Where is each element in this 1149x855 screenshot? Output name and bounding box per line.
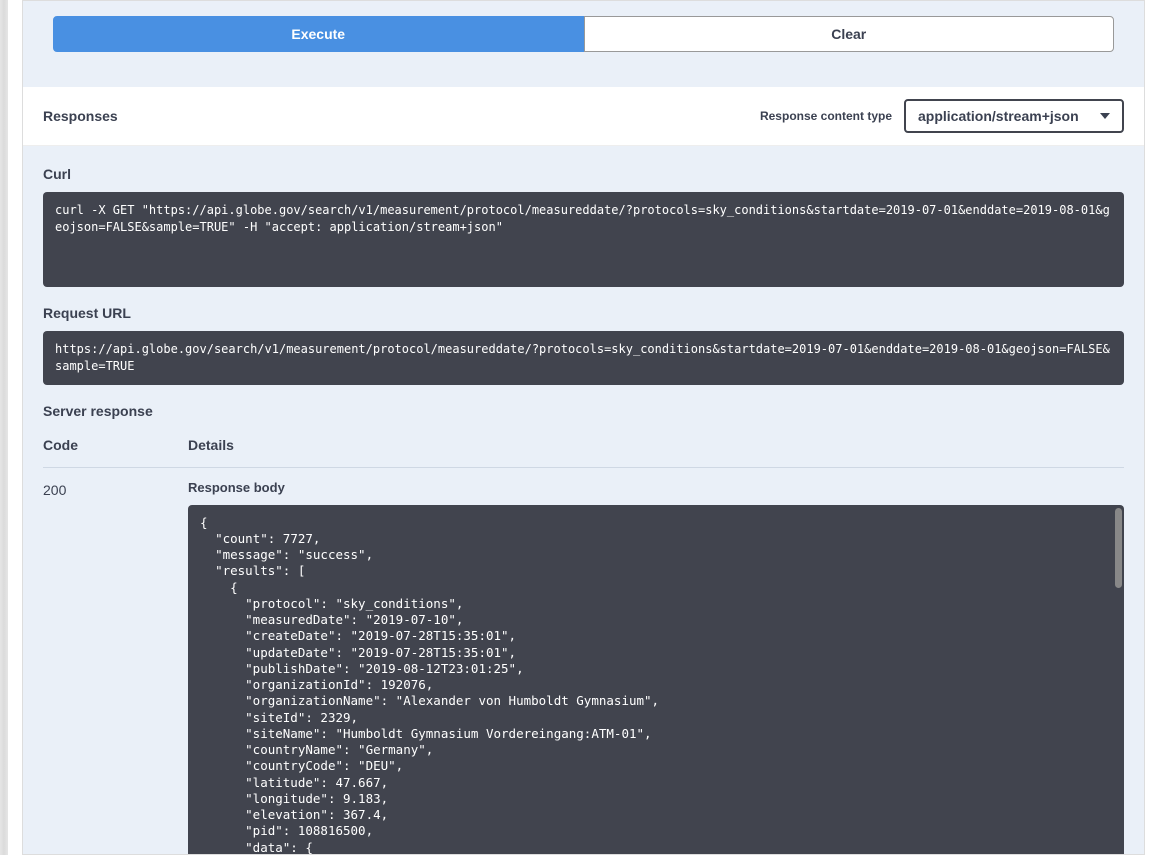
status-code: 200 — [43, 480, 188, 498]
request-url-label: Request URL — [43, 305, 1124, 321]
response-body-label: Response body — [188, 480, 1124, 495]
response-row: 200 Response body { "count": 7727, "mess… — [43, 480, 1124, 855]
curl-label: Curl — [43, 166, 1124, 182]
response-section: Curl curl -X GET "https://api.globe.gov/… — [23, 146, 1144, 855]
curl-command-box[interactable]: curl -X GET "https://api.globe.gov/searc… — [43, 192, 1124, 287]
response-body-text: { "count": 7727, "message": "success", "… — [200, 515, 727, 855]
content-type-label: Response content type — [760, 109, 892, 123]
execute-button[interactable]: Execute — [53, 16, 584, 52]
responses-header: Responses Response content type applicat… — [23, 87, 1144, 146]
scrollbar-thumb[interactable] — [1115, 508, 1122, 588]
response-table-header: Code Details — [43, 429, 1124, 468]
responses-label: Responses — [43, 108, 118, 124]
clear-button[interactable]: Clear — [584, 16, 1115, 52]
content-type-value: application/stream+json — [918, 108, 1079, 124]
chevron-down-icon — [1100, 113, 1110, 119]
left-sidebar-edge — [0, 0, 8, 855]
details-column-header: Details — [188, 437, 234, 453]
server-response-label: Server response — [43, 403, 1124, 419]
content-type-select[interactable]: application/stream+json — [904, 99, 1124, 133]
response-body-box[interactable]: { "count": 7727, "message": "success", "… — [188, 505, 1124, 855]
code-column-header: Code — [43, 437, 188, 453]
request-url-box[interactable]: https://api.globe.gov/search/v1/measurem… — [43, 331, 1124, 385]
action-bar: Execute Clear — [23, 1, 1144, 87]
